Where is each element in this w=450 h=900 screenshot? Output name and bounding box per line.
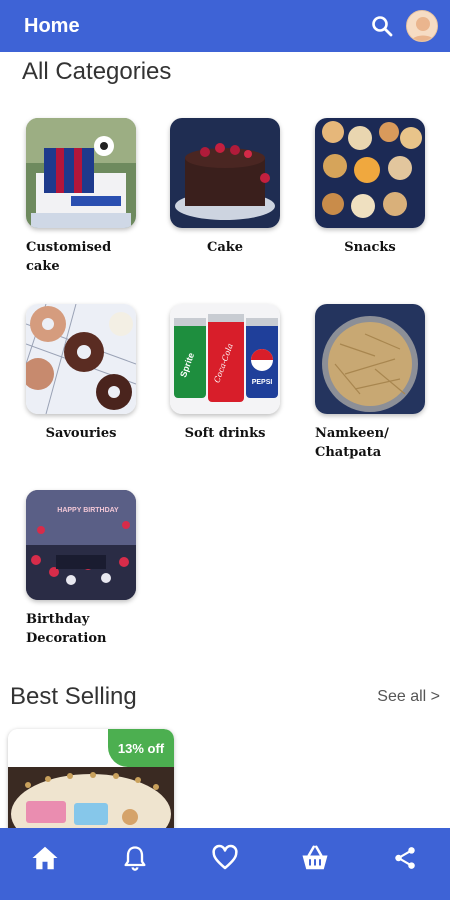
share-icon: [395, 847, 415, 869]
category-savouries[interactable]: Savouries: [26, 304, 146, 443]
see-all-link[interactable]: See all >: [377, 688, 440, 706]
nav-share[interactable]: [381, 836, 429, 880]
basket-icon: [302, 845, 328, 870]
category-label: Savouries: [45, 426, 117, 441]
bottom-nav: [0, 828, 450, 900]
category-soft-drinks[interactable]: Sprite Coca-Cola PEPSI Soft drinks: [170, 304, 290, 443]
bell-icon: [124, 846, 146, 871]
search-icon: [372, 16, 393, 37]
banner-text: HAPPY BIRTHDAY: [57, 507, 119, 514]
category-birthday-decoration[interactable]: HAPPY BIRTHDAY Birthday Decoration: [26, 490, 146, 648]
nav-favorites[interactable]: [201, 836, 249, 880]
savouries-image: [26, 304, 136, 414]
best-selling-title: Best Selling: [10, 683, 137, 710]
category-label: Namkeen/ Chatpata: [315, 426, 389, 460]
nav-basket[interactable]: [291, 836, 339, 880]
discount-badge: 13% off: [108, 729, 174, 767]
pepsi-text: PEPSI: [252, 379, 273, 386]
category-customised-cake[interactable]: Customised cake: [26, 118, 146, 276]
category-label: Cake: [206, 240, 244, 255]
heart-icon: [212, 844, 238, 870]
namkeen-image: [315, 304, 425, 414]
page-title: Home: [24, 14, 80, 37]
app-bar: Home: [0, 0, 450, 52]
nav-home[interactable]: [21, 836, 69, 880]
snacks-image: [315, 118, 425, 228]
category-label: Customised cake: [26, 240, 112, 274]
category-label: Birthday Decoration: [26, 612, 107, 646]
avatar[interactable]: [406, 10, 438, 42]
customised-cake-image: [26, 118, 136, 228]
cake-image: [170, 118, 280, 228]
category-label: Soft drinks: [184, 426, 266, 441]
category-snacks[interactable]: Snacks: [315, 118, 435, 257]
soft-drinks-image: Sprite Coca-Cola PEPSI: [170, 304, 280, 414]
category-namkeen[interactable]: Namkeen/ Chatpata: [315, 304, 435, 462]
category-label: Snacks: [344, 240, 396, 255]
birthday-decoration-image: HAPPY BIRTHDAY: [26, 490, 136, 600]
user-avatar-icon: [407, 11, 437, 41]
home-icon: [32, 846, 58, 870]
nav-notifications[interactable]: [111, 836, 159, 880]
category-cake[interactable]: Cake: [170, 118, 290, 257]
search-button[interactable]: [368, 12, 396, 40]
categories-title: All Categories: [22, 58, 172, 85]
